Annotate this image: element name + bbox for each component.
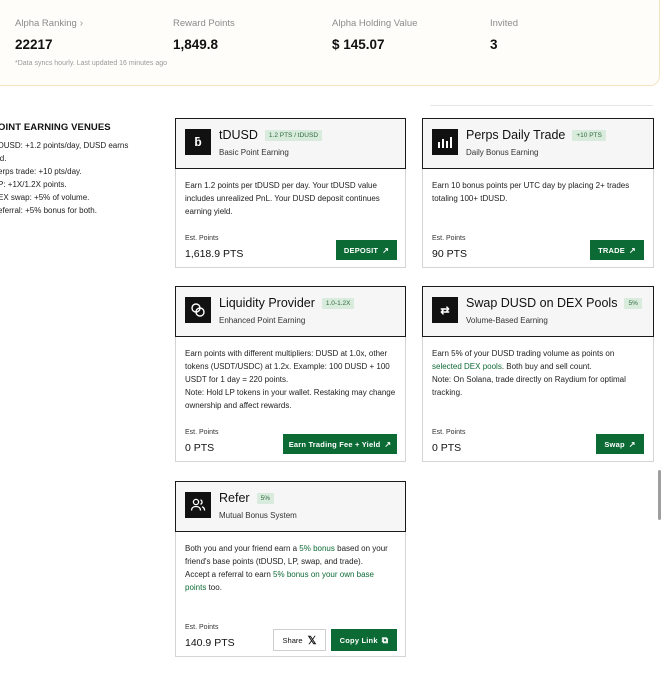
card-title: tDUSD [219,128,258,142]
chevron-right-icon[interactable]: › [80,18,83,29]
card-description: Both you and your friend earn a 5% bonus… [185,542,396,594]
sync-note: *Data syncs hourly. Last updated 16 minu… [15,60,168,67]
share-button[interactable]: Share 𝕏 [273,629,326,651]
venue-line: P: +1X/1.2X points. [0,180,67,189]
card-header: Refer 5% Mutual Bonus System [175,481,406,532]
card-title: Liquidity Provider [219,296,315,310]
description-text: Earn points with different multipliers: … [185,349,390,384]
button-label: DEPOSIT [343,245,379,255]
est-points-label: Est. Points [185,235,219,242]
highlight-text: 5% bonus [299,544,335,553]
stat-value: 1,849.8 [173,37,219,52]
card-badge: +10 PTS [572,129,606,141]
est-points-value: 0 PTS [432,442,462,454]
card-subtitle: Volume-Based Earning [466,316,548,325]
description-text: Both you and your friend earn a [185,544,300,553]
x-logo-icon: 𝕏 [307,634,317,647]
venue-line: ld. [0,154,7,163]
earning-venues: OINT EARNING VENUES DUSD: +1.2 points/da… [0,122,158,217]
stat-invited: Invited 3 [490,18,518,52]
card-subtitle: Daily Bonus Earning [466,148,539,157]
card-title: Swap DUSD on DEX Pools [466,296,618,310]
card-badge: 1.2 PTS / tDUSD [264,129,323,141]
card-description: Earn 1.2 points per tDUSD per day. Your … [185,181,380,216]
stat-label: Reward Points [173,18,235,29]
divider [430,105,653,106]
card-perps: Perps Daily Trade +10 PTS Daily Bonus Ear… [422,118,654,268]
button-label: Swap [604,439,625,449]
card-tdusd: ƃ tDUSD 1.2 PTS / tDUSD Basic Point Earni… [175,118,406,268]
est-points-value: 140.9 PTS [185,637,235,649]
stat-value: 22217 [15,37,53,52]
est-points-label: Est. Points [432,235,466,242]
stat-alpha-ranking[interactable]: Alpha Ranking › 22217 [15,18,83,52]
users-icon [185,492,211,518]
card-subtitle: Basic Point Earning [219,148,289,157]
card-header: ƃ tDUSD 1.2 PTS / tDUSD Basic Point Earni… [175,118,406,169]
stat-reward-points: Reward Points 1,849.8 [173,18,235,52]
stat-label: Invited [490,18,518,29]
est-points-label: Est. Points [185,624,219,631]
venue-line: DUSD: +1.2 points/day, DUSD earns [0,141,129,150]
card-description: Earn 10 bonus points per UTC day by plac… [432,181,630,203]
trade-button[interactable]: TRADE ↗ [590,240,644,260]
coins-icon [185,297,211,323]
card-badge: 5% [256,492,274,504]
card-title: Refer [219,491,250,505]
card-header: ⇄ Swap DUSD on DEX Pools 5% Volume-Based … [422,286,654,337]
venue-line: erps trade: +10 pts/day. [0,167,82,176]
card-description: Earn 5% of your DUSD trading volume as p… [432,347,644,399]
card-badge: 1.0-1.2X [321,297,355,309]
card-refer: Refer 5% Mutual Bonus System Both you and… [175,481,406,657]
description-text: Accept a referral to earn [185,570,274,579]
swap-button[interactable]: Swap ↗ [596,434,644,454]
card-badge: 5% [624,297,642,309]
card-subtitle: Mutual Bonus System [219,511,297,520]
venue-line: eferral: +5% bonus for both. [0,206,97,215]
stat-label: Alpha Ranking [15,18,77,29]
dex-pools-link[interactable]: selected DEX pools [432,362,502,371]
est-points-value: 90 PTS [432,248,468,260]
est-points-value: 1,618.9 PTS [185,248,244,260]
venue-line: EX swap: +5% of volume. [0,193,90,202]
stat-label: Alpha Holding Value [332,18,418,29]
card-header: Liquidity Provider 1.0-1.2X Enhanced Poin… [175,286,406,337]
button-label: Share [282,635,303,645]
description-text: Earn 5% of your DUSD trading volume as p… [432,349,615,358]
stat-alpha-holding: Alpha Holding Value $ 145.07 [332,18,417,52]
est-points-label: Est. Points [432,429,466,436]
est-points-value: 0 PTS [185,442,215,454]
card-subtitle: Enhanced Point Earning [219,316,306,325]
stat-value: $ 145.07 [332,37,385,52]
copy-icon: ⧉ [381,634,389,645]
est-points-label: Est. Points [185,429,219,436]
description-note: Note: On Solana, trade directly on Raydi… [432,375,626,397]
chart-icon [432,129,458,155]
stats-panel: Alpha Ranking › 22217 Reward Points 1,849… [0,0,660,86]
earn-trading-fee-button[interactable]: Earn Trading Fee + Yield ↗ [283,434,397,454]
arrow-up-right-icon: ↗ [628,439,636,449]
card-description: Earn points with different multipliers: … [185,347,396,412]
arrow-up-right-icon: ↗ [384,439,392,449]
stat-value: 3 [490,37,498,52]
venues-title: OINT EARNING VENUES [0,122,111,133]
description-text: . Both buy and sell count. [501,362,592,371]
card-title: Perps Daily Trade [466,128,566,142]
button-label: TRADE [598,245,625,255]
card-liquidity-provider: Liquidity Provider 1.0-1.2X Enhanced Poin… [175,286,406,462]
button-label: Copy Link [339,635,378,645]
copy-link-button[interactable]: Copy Link ⧉ [331,629,397,651]
swap-icon: ⇄ [432,297,458,323]
card-swap-dex: ⇄ Swap DUSD on DEX Pools 5% Volume-Based … [422,286,654,462]
arrow-up-right-icon: ↗ [382,245,390,255]
button-label: Earn Trading Fee + Yield [288,439,381,449]
description-note: Note: Hold LP tokens in your wallet. Res… [185,388,396,410]
arrow-up-right-icon: ↗ [628,245,636,255]
tdusd-logo-icon: ƃ [185,129,211,155]
description-text: too. [206,583,222,592]
card-header: Perps Daily Trade +10 PTS Daily Bonus Ear… [422,118,654,169]
deposit-button[interactable]: DEPOSIT ↗ [336,240,397,260]
